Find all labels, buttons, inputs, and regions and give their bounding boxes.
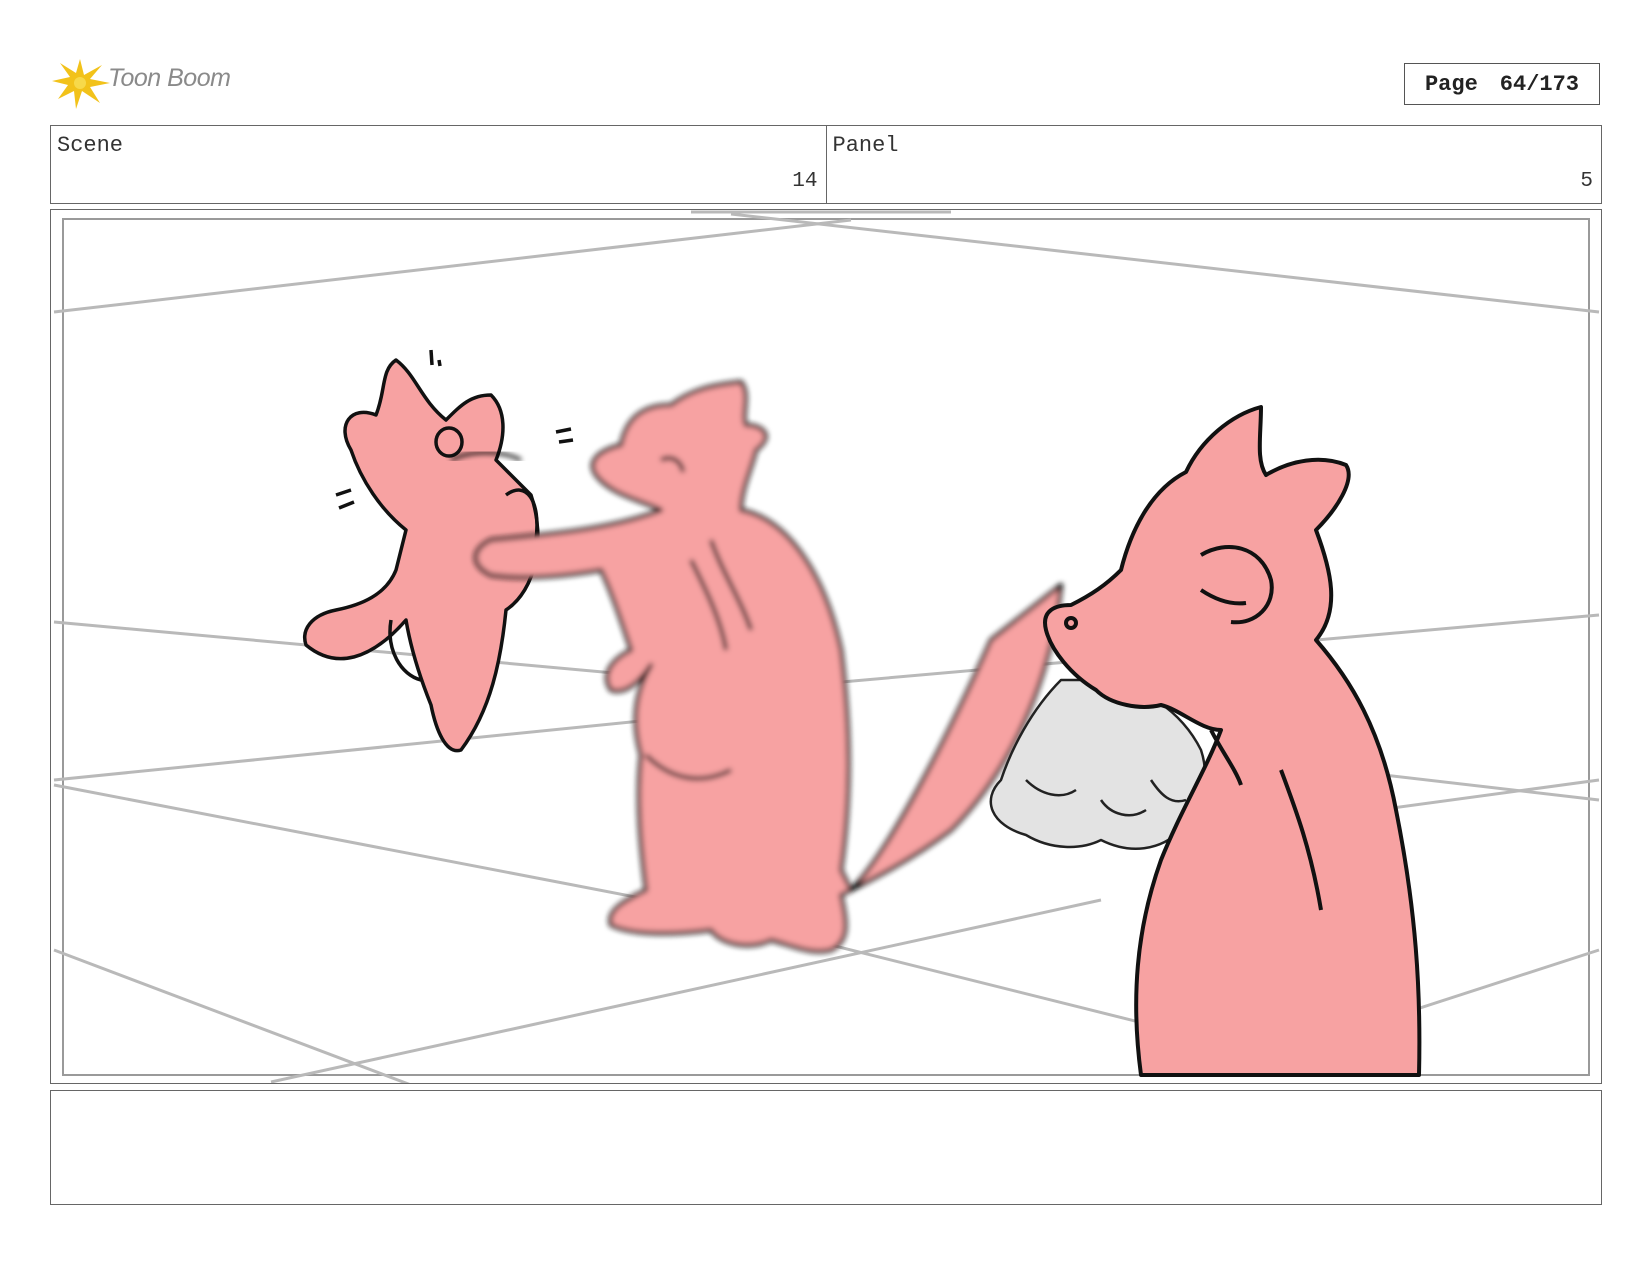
toon-boom-logo: Toon Boom [52, 55, 272, 111]
storyboard-panel [50, 209, 1602, 1084]
character-punching [474, 380, 1063, 954]
page-counter: Page 64/173 [1404, 63, 1600, 105]
scene-panel-row: Scene 14 Panel 5 [50, 125, 1602, 204]
panel-drawing [53, 210, 1600, 1083]
page-label: Page [1424, 71, 1478, 97]
scene-number: 14 [792, 170, 818, 193]
panel-number: 5 [1580, 170, 1593, 193]
brand-name: Toon Boom [108, 64, 231, 92]
page-value: 64/173 [1499, 71, 1580, 97]
panel-label: Panel [832, 133, 899, 158]
scene-cell: Scene 14 [51, 126, 826, 203]
starburst-icon [52, 59, 110, 109]
scene-label: Scene [57, 133, 124, 158]
panel-cell: Panel 5 [825, 126, 1602, 203]
caption-box [50, 1090, 1602, 1205]
